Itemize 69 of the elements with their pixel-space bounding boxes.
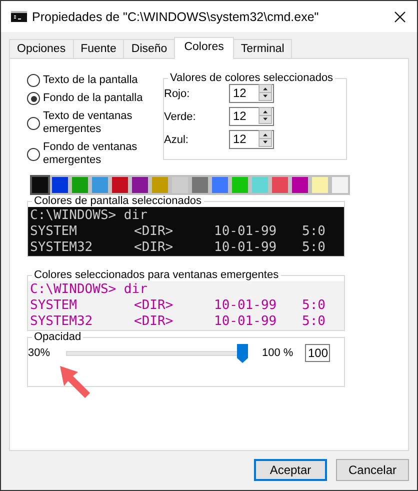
- dialog-button[interactable]: Cancelar: [336, 459, 409, 481]
- color-swatch[interactable]: [230, 175, 250, 195]
- tab[interactable]: Terminal: [232, 39, 292, 58]
- console-text: SYSTEM: [30, 224, 78, 240]
- console-text: <DIR>: [134, 224, 174, 240]
- console-text: 10-01-99: [214, 240, 278, 256]
- number-field[interactable]: 12: [229, 107, 274, 126]
- radio-button[interactable]: [27, 148, 40, 160]
- console-text: 5:0: [302, 298, 326, 314]
- color-swatch[interactable]: [270, 175, 290, 195]
- annotation-arrow: [58, 364, 92, 400]
- console-text: 5:0: [302, 240, 326, 256]
- color-swatch[interactable]: [30, 175, 50, 195]
- number-field[interactable]: 12: [229, 130, 274, 149]
- console-text: <DIR>: [134, 314, 174, 330]
- color-swatch[interactable]: [330, 175, 350, 195]
- group-title: Colores de pantalla seleccionados: [33, 195, 203, 207]
- spinner-arrows-icon[interactable]: [258, 130, 273, 147]
- color-swatch[interactable]: [150, 175, 170, 195]
- console-icon: [11, 11, 27, 22]
- radio-label[interactable]: Texto de la pantalla: [43, 74, 161, 87]
- console-text: SYSTEM32: [30, 314, 94, 330]
- console-text: <DIR>: [134, 298, 174, 314]
- color-swatch[interactable]: [70, 175, 90, 195]
- radio-label[interactable]: Texto de ventanas emergentes: [43, 110, 161, 136]
- color-swatch[interactable]: [50, 175, 70, 195]
- dialog-button[interactable]: Aceptar: [254, 459, 327, 481]
- slider[interactable]: [66, 344, 248, 362]
- console-text: 10-01-99: [214, 298, 278, 314]
- radio-label[interactable]: Fondo de ventanas emergentes: [43, 141, 161, 167]
- number-field[interactable]: 12: [229, 84, 274, 103]
- field-label: Verde:: [164, 110, 197, 122]
- color-swatch[interactable]: [90, 175, 110, 195]
- color-swatch[interactable]: [110, 175, 130, 195]
- color-swatch[interactable]: [190, 175, 210, 195]
- console-text: C:\WINDOWS> dir: [30, 282, 148, 298]
- radio-button[interactable]: [27, 92, 40, 105]
- console-text: SYSTEM32: [30, 240, 94, 256]
- group-title: Opacidad: [33, 331, 82, 343]
- color-swatch[interactable]: [250, 175, 270, 195]
- color-swatch[interactable]: [130, 175, 150, 195]
- console-text: 10-01-99: [214, 314, 278, 330]
- console-text: C:\WINDOWS> dir: [30, 208, 148, 224]
- field-label: Azul:: [164, 134, 190, 146]
- console-text: <DIR>: [134, 240, 174, 256]
- slider-min-label: 30%: [28, 347, 52, 359]
- slider-value-label: 100 %: [262, 347, 294, 359]
- radio-label[interactable]: Fondo de la pantalla: [43, 92, 161, 105]
- color-swatch[interactable]: [310, 175, 330, 195]
- spinner-arrows-icon[interactable]: [258, 84, 273, 101]
- group-title: Valores de colores seleccionados: [169, 72, 334, 84]
- opacity-field[interactable]: 100: [305, 344, 330, 362]
- tab[interactable]: Opciones: [9, 39, 74, 58]
- radio-button[interactable]: [27, 74, 40, 87]
- console-text: 5:0: [302, 224, 326, 240]
- window-title: Propiedades de "C:\WINDOWS\system32\cmd.exe": [32, 10, 320, 24]
- console-text: 10-01-99: [214, 224, 278, 240]
- spinner-arrows-icon[interactable]: [258, 107, 273, 124]
- color-swatch[interactable]: [170, 175, 190, 195]
- close-icon[interactable]: [394, 10, 406, 22]
- field-label: Rojo:: [164, 88, 191, 100]
- radio-button[interactable]: [27, 116, 40, 130]
- slider-thumb[interactable]: [237, 344, 248, 362]
- color-swatch[interactable]: [290, 175, 310, 195]
- console-text: SYSTEM: [30, 298, 78, 314]
- console-text: 5:0: [302, 314, 326, 330]
- group-title: Colores seleccionados para ventanas emergentes: [33, 269, 280, 281]
- tab[interactable]: Colores: [174, 37, 234, 59]
- color-swatch[interactable]: [210, 175, 230, 195]
